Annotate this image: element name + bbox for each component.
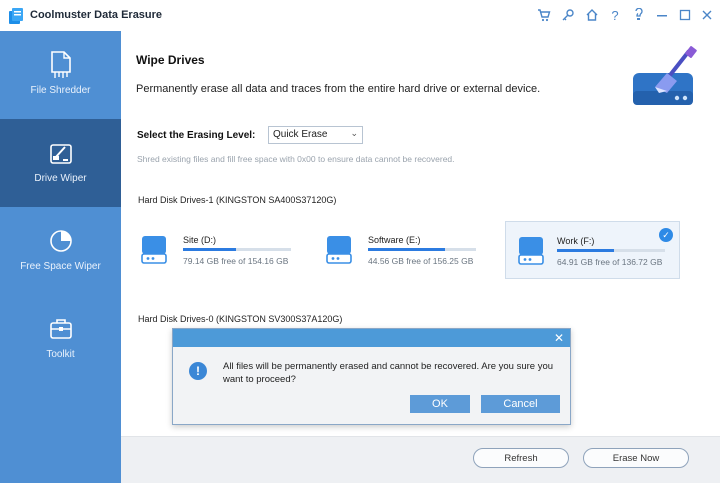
drive-wiper-icon xyxy=(49,144,72,164)
hard-drive-icon xyxy=(518,237,544,265)
app-logo-icon xyxy=(9,8,23,24)
page-description: Permanently erase all data and traces fr… xyxy=(136,83,541,95)
title-bar: Coolmuster Data Erasure ? xyxy=(0,0,720,31)
sidebar-item-toolkit[interactable]: Toolkit xyxy=(0,295,121,383)
sidebar-item-file-shredder[interactable]: File Shredder xyxy=(0,31,121,119)
home-icon[interactable] xyxy=(584,7,600,23)
app-window: Coolmuster Data Erasure ? File Shredder … xyxy=(0,0,720,483)
drive-usage-bar xyxy=(183,248,291,251)
sidebar-item-label: Toolkit xyxy=(46,349,75,360)
drive-wipe-hero-icon xyxy=(633,46,697,105)
file-shredder-icon xyxy=(50,51,71,78)
sidebar-item-label: Drive Wiper xyxy=(34,173,87,184)
hard-drive-icon xyxy=(326,236,352,264)
minimize-icon[interactable] xyxy=(654,7,670,23)
close-icon[interactable] xyxy=(699,7,715,23)
ok-button[interactable]: OK xyxy=(410,395,470,413)
drive-usage-bar xyxy=(557,249,665,252)
refresh-button[interactable]: Refresh xyxy=(473,448,569,468)
feedback-icon[interactable] xyxy=(630,7,646,23)
disk-group-title: Hard Disk Drives-1 (KINGSTON SA400S37120… xyxy=(138,195,337,205)
info-icon: ! xyxy=(189,362,207,380)
erasing-level-value: Quick Erase xyxy=(273,129,328,140)
drive-free-space: 44.56 GB free of 156.25 GB xyxy=(368,256,474,266)
checkmark-icon: ✓ xyxy=(659,228,673,242)
disk-group-title: Hard Disk Drives-0 (KINGSTON SV300S37A12… xyxy=(138,314,343,324)
action-bar: Refresh Erase Now xyxy=(121,436,720,483)
confirm-dialog: ✕ ! All files will be permanently erased… xyxy=(172,328,571,425)
page-title: Wipe Drives xyxy=(136,53,205,67)
free-space-wiper-icon xyxy=(49,230,72,252)
erasing-level-hint: Shred existing files and fill free space… xyxy=(137,154,455,164)
drive-usage-bar xyxy=(368,248,476,251)
drive-card-software[interactable]: Software (E:) 44.56 GB free of 156.25 GB xyxy=(306,221,481,279)
hard-drive-icon xyxy=(141,236,167,264)
dialog-close-icon[interactable]: ✕ xyxy=(554,331,564,345)
erasing-level-select[interactable]: Quick Erase ⌄ xyxy=(268,126,363,144)
sidebar-item-free-space-wiper[interactable]: Free Space Wiper xyxy=(0,207,121,295)
drive-card-work[interactable]: Work (F:) 64.91 GB free of 136.72 GB ✓ xyxy=(505,221,680,279)
drive-free-space: 79.14 GB free of 154.16 GB xyxy=(183,256,289,266)
toolkit-icon xyxy=(49,319,72,339)
drive-free-space: 64.91 GB free of 136.72 GB xyxy=(557,257,663,267)
sidebar-item-label: File Shredder xyxy=(30,85,91,96)
cancel-button[interactable]: Cancel xyxy=(481,395,560,413)
drive-name: Software (E:) xyxy=(368,235,421,245)
drive-name: Work (F:) xyxy=(557,236,595,246)
help-icon[interactable]: ? xyxy=(607,7,623,23)
sidebar: File Shredder Drive Wiper Free Space Wip… xyxy=(0,31,121,483)
chevron-down-icon: ⌄ xyxy=(350,128,358,138)
erase-now-button[interactable]: Erase Now xyxy=(583,448,689,468)
drive-name: Site (D:) xyxy=(183,235,217,245)
dialog-header: ✕ xyxy=(173,329,570,347)
key-icon[interactable] xyxy=(560,7,576,23)
window-title: Coolmuster Data Erasure xyxy=(30,9,163,21)
drive-card-site[interactable]: Site (D:) 79.14 GB free of 154.16 GB xyxy=(121,221,296,279)
sidebar-item-label: Free Space Wiper xyxy=(20,261,101,272)
sidebar-item-drive-wiper[interactable]: Drive Wiper xyxy=(0,119,121,207)
erasing-level-label: Select the Erasing Level: xyxy=(137,130,256,141)
dialog-message: All files will be permanently erased and… xyxy=(223,361,554,385)
maximize-icon[interactable] xyxy=(677,7,693,23)
cart-icon[interactable] xyxy=(536,7,552,23)
